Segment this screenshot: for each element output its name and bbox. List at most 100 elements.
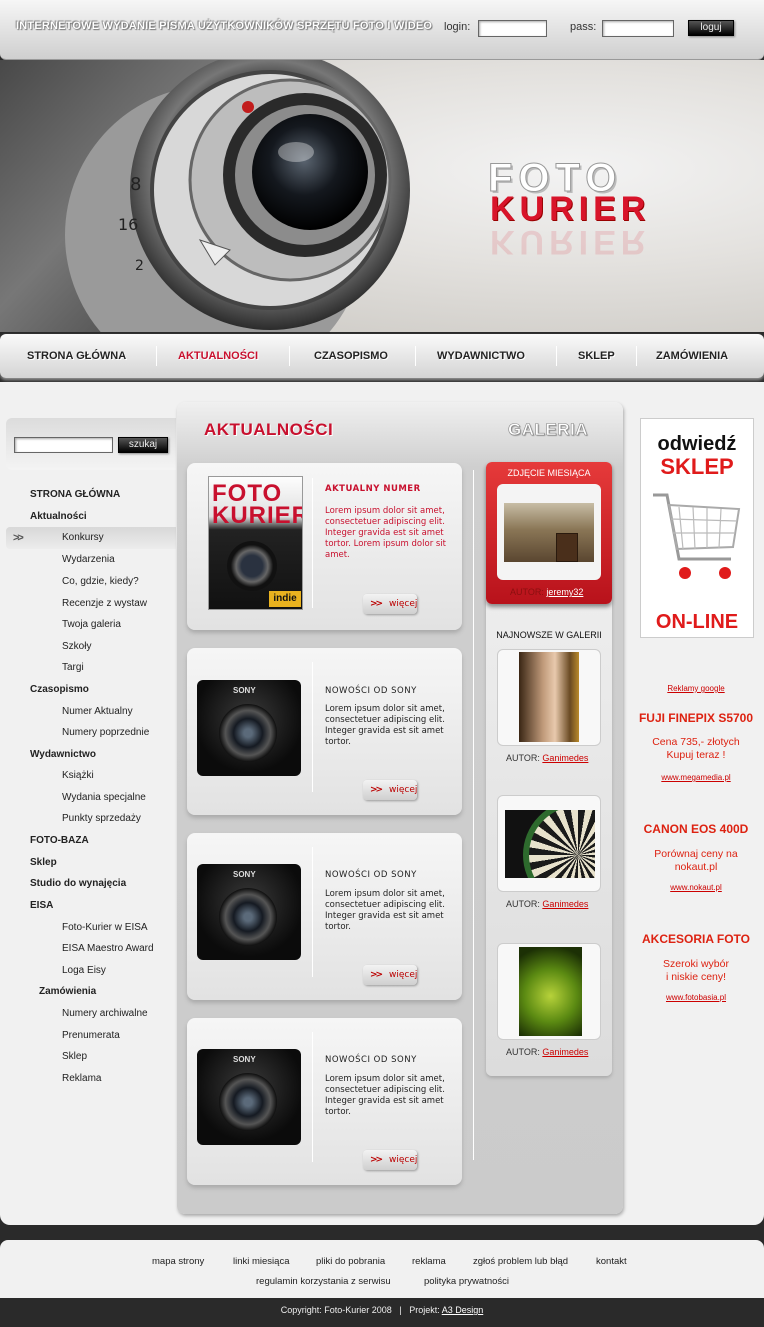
potm-author: AUTOR: jeremy32	[510, 587, 584, 597]
shopping-cart-icon	[653, 493, 741, 579]
card-divider	[312, 662, 313, 792]
ad-title[interactable]: FUJI FINEPIX S5700	[634, 711, 758, 725]
more-button[interactable]: >> więcej	[363, 1150, 417, 1170]
login-input[interactable]	[478, 20, 547, 37]
ad-text: i niskie ceny!	[665, 971, 727, 983]
sidebar-item-szkoly[interactable]: Szkoły	[62, 641, 91, 652]
password-input[interactable]	[602, 20, 674, 37]
footer-link[interactable]: regulamin korzystania z serwisu	[256, 1276, 391, 1287]
copyright: Copyright: Foto-Kurier 2008 | Projekt: A…	[280, 1305, 484, 1315]
sidebar-item-punkty-sprzedazy[interactable]: Punkty sprzedaży	[62, 813, 141, 824]
designer-link[interactable]: A3 Design	[442, 1305, 484, 1315]
login-button[interactable]: loguj	[688, 20, 734, 36]
sidebar-item-aktualnosci[interactable]: Aktualności	[30, 511, 87, 522]
svg-text:16: 16	[118, 215, 138, 234]
gallery-image[interactable]	[519, 652, 579, 742]
gallery-author-link[interactable]: Ganimedes	[542, 753, 588, 763]
photo-of-month-image[interactable]	[504, 503, 594, 562]
sidebar-item-foto-baza[interactable]: FOTO-BAZA	[30, 835, 89, 846]
nav-sklep[interactable]: SKLEP	[578, 350, 615, 362]
more-button[interactable]: >> więcej	[363, 594, 417, 614]
ad-text: Cena 735,- złotych	[652, 736, 740, 748]
footer-link[interactable]: reklama	[412, 1256, 446, 1267]
footer-link[interactable]: linki miesiąca	[233, 1256, 290, 1267]
lens-icon	[219, 704, 277, 762]
ad-link[interactable]: www.fotobasia.pl	[634, 993, 758, 1002]
ad-title[interactable]: AKCESORIA FOTO	[634, 932, 758, 946]
nav-aktualnosci[interactable]: AKTUALNOŚCI	[178, 350, 258, 362]
sidebar-item-twoja-galeria[interactable]: Twoja galeria	[62, 619, 121, 630]
gallery-image[interactable]	[519, 947, 582, 1036]
sidebar-item-wydania-specjalne[interactable]: Wydania specjalne	[62, 792, 146, 803]
card-divider	[312, 847, 313, 977]
sidebar-item-foto-kurier-eisa[interactable]: Foto-Kurier w EISA	[62, 922, 148, 933]
camera-brand: SONY	[233, 686, 256, 695]
section-title-galeria: GALERIA	[508, 420, 588, 440]
camera-thumbnail[interactable]: SONY	[197, 680, 301, 776]
more-label: więcej	[389, 785, 418, 795]
footer-link[interactable]: pliki do pobrania	[316, 1256, 385, 1267]
sidebar-item-eisa[interactable]: EISA	[30, 900, 53, 911]
footer-link[interactable]: kontakt	[596, 1256, 627, 1267]
ad-title[interactable]: CANON EOS 400D	[634, 822, 758, 836]
sidebar-item-wydarzenia[interactable]: Wydarzenia	[62, 554, 115, 565]
nav-separator	[636, 346, 637, 366]
nav-czasopismo[interactable]: CZASOPISMO	[314, 350, 388, 362]
sidebar-item-recenzje[interactable]: Recenzje z wystaw	[62, 598, 147, 609]
more-label: więcej	[389, 1155, 418, 1165]
nav-separator	[156, 346, 157, 366]
sidebar-item-sklep[interactable]: Sklep	[30, 857, 57, 868]
camera-thumbnail[interactable]: SONY	[197, 1049, 301, 1145]
sidebar-item-numery-poprzednie[interactable]: Numery poprzednie	[62, 727, 149, 738]
more-button[interactable]: >> więcej	[363, 965, 417, 985]
shop-line1: odwiedź	[657, 433, 737, 455]
more-button[interactable]: >> więcej	[363, 780, 417, 800]
footer	[0, 1240, 764, 1298]
nav-zamowienia[interactable]: ZAMÓWIENIA	[656, 350, 728, 362]
sidebar-item-sklep-sub[interactable]: Sklep	[62, 1051, 87, 1062]
search-button[interactable]: szukaj	[118, 437, 168, 453]
footer-link[interactable]: zgłoś problem lub błąd	[473, 1256, 568, 1267]
gallery-image[interactable]	[505, 810, 595, 878]
footer-link[interactable]: mapa strony	[152, 1256, 204, 1267]
sidebar-item-numer-aktualny[interactable]: Numer Aktualny	[62, 706, 133, 717]
column-divider	[473, 470, 474, 1160]
sidebar-item-co-gdzie-kiedy[interactable]: Co, gdzie, kiedy?	[62, 576, 139, 587]
sidebar-item-strona-glowna[interactable]: STRONA GŁÓWNA	[30, 489, 120, 500]
sidebar-item-wydawnictwo[interactable]: Wydawnictwo	[30, 749, 96, 760]
sidebar-item-numery-archiwalne[interactable]: Numery archiwalne	[62, 1008, 148, 1019]
ad-link[interactable]: www.nokaut.pl	[634, 883, 758, 892]
sidebar-item-zamowienia[interactable]: Zamówienia	[39, 986, 96, 997]
sidebar-item-czasopismo[interactable]: Czasopismo	[30, 684, 89, 695]
google-ads-label[interactable]: Reklamy google	[634, 684, 758, 693]
sidebar-item-ksiazki[interactable]: Książki	[62, 770, 94, 781]
sidebar-item-studio[interactable]: Studio do wynajęcia	[30, 878, 126, 889]
sidebar-item-reklama[interactable]: Reklama	[62, 1073, 101, 1084]
sidebar-item-eisa-maestro[interactable]: EISA Maestro Award	[62, 943, 154, 954]
sidebar-item-konkursy[interactable]: Konkursy	[62, 532, 104, 543]
double-chevron-icon: >>	[370, 970, 383, 980]
camera-thumbnail[interactable]: SONY	[197, 864, 301, 960]
chevron-right-icon: >>	[13, 532, 24, 544]
ad-text: Porównaj ceny na	[654, 848, 738, 860]
newest-title: NAJNOWSZE W GALERII	[496, 630, 602, 640]
sidebar-item-targi[interactable]: Targi	[62, 662, 84, 673]
gallery-author-link[interactable]: Ganimedes	[542, 899, 588, 909]
news-text: Lorem ipsum dolor sit amet, consectetuer…	[325, 1074, 445, 1117]
nav-strona-glowna[interactable]: STRONA GŁÓWNA	[27, 350, 126, 362]
sidebar-item-prenumerata[interactable]: Prenumerata	[62, 1030, 120, 1041]
shop-banner[interactable]: odwiedź SKLEP ON-LINE	[640, 418, 754, 638]
login-label: login:	[444, 21, 471, 33]
ad-text: nokaut.pl	[674, 861, 718, 873]
gallery-author-link[interactable]: Ganimedes	[542, 1047, 588, 1057]
nav-wydawnictwo[interactable]: WYDAWNICTWO	[437, 350, 525, 362]
svg-text:8: 8	[130, 174, 141, 195]
search-input[interactable]	[14, 437, 113, 453]
magazine-cover[interactable]: FOTO KURIER indie	[208, 476, 303, 610]
potm-author-link[interactable]: jeremy32	[546, 587, 583, 597]
card-divider	[312, 1032, 313, 1162]
footer-link[interactable]: polityka prywatności	[424, 1276, 509, 1287]
ad-link[interactable]: www.megamedia.pl	[634, 773, 758, 782]
sidebar-item-loga-eisy[interactable]: Loga Eisy	[62, 965, 106, 976]
double-chevron-icon: >>	[370, 785, 383, 795]
